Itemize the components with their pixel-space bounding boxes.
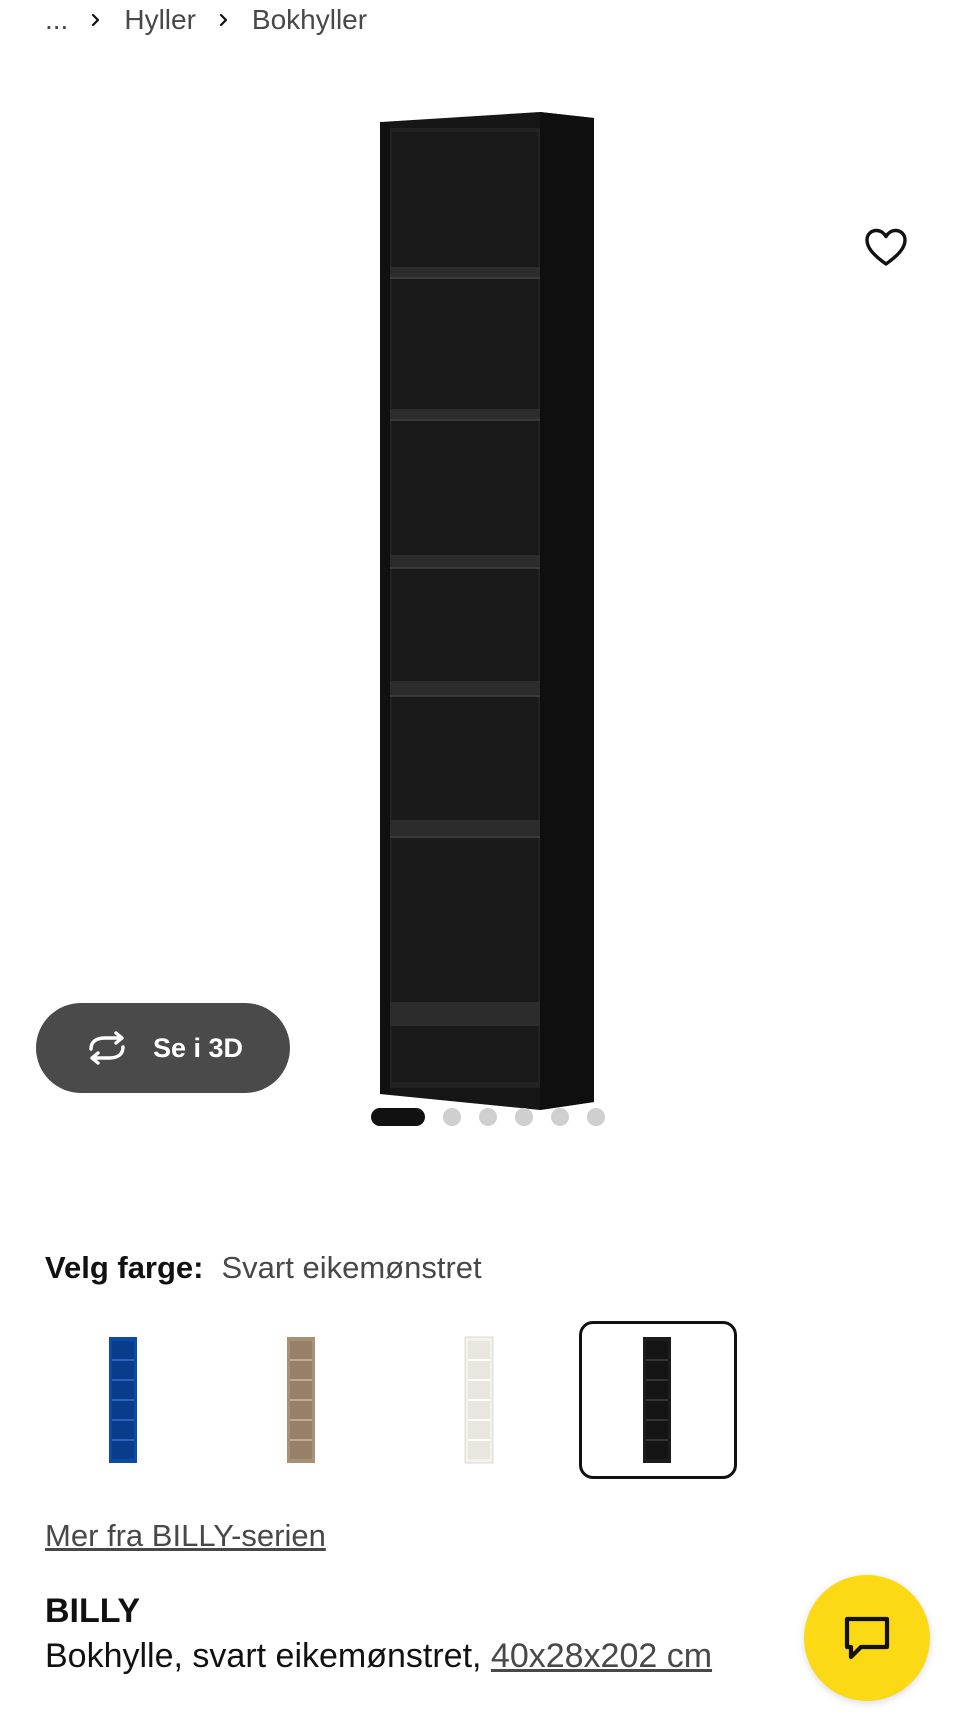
gallery-dot-3[interactable] (479, 1108, 497, 1126)
series-link[interactable]: Mer fra BILLY-serien (45, 1518, 326, 1554)
chevron-right-icon (86, 13, 106, 27)
heart-icon (865, 228, 907, 266)
bookcase-thumbnail (464, 1336, 494, 1464)
chevron-right-icon (214, 13, 234, 27)
color-label-value: Svart eikemønstret (221, 1250, 482, 1285)
breadcrumb-hyller[interactable]: Hyller (124, 4, 196, 36)
breadcrumb-bokhyller[interactable]: Bokhyller (252, 4, 367, 36)
favorite-button[interactable] (858, 220, 914, 276)
product-type: Bokhylle, svart eikemønstret, (45, 1637, 491, 1675)
gallery-dot-4[interactable] (515, 1108, 533, 1126)
product-description: Bokhylle, svart eikemønstret, 40x28x202 … (45, 1637, 712, 1676)
product-image[interactable] (380, 112, 594, 1110)
see-in-3d-button[interactable]: Se i 3D (36, 1003, 290, 1093)
gallery-dot-5[interactable] (551, 1108, 569, 1126)
gallery-pagination (0, 1107, 960, 1127)
product-dimensions-link[interactable]: 40x28x202 cm (491, 1637, 712, 1675)
gallery-dot-1[interactable] (371, 1108, 425, 1126)
color-swatch-blue[interactable] (45, 1321, 203, 1479)
breadcrumb: ... Hyller Bokhyller (45, 0, 367, 40)
product-gallery[interactable]: Se i 3D (0, 60, 960, 1110)
bookcase-thumbnail (109, 1337, 137, 1463)
color-swatch-white[interactable] (401, 1321, 559, 1479)
gallery-dot-6[interactable] (587, 1108, 605, 1126)
color-swatch-oak[interactable] (223, 1321, 381, 1479)
gallery-dot-2[interactable] (443, 1108, 461, 1126)
bookcase-thumbnail (287, 1337, 315, 1463)
color-label-key: Velg farge: (45, 1250, 204, 1285)
rotate-3d-icon (89, 1031, 125, 1065)
chat-icon (844, 1616, 890, 1660)
color-selector-label: Velg farge: Svart eikemønstret (45, 1250, 482, 1286)
see-in-3d-label: Se i 3D (152, 1032, 244, 1063)
breadcrumb-more[interactable]: ... (45, 4, 68, 36)
product-name: BILLY (45, 1592, 141, 1630)
color-swatches (45, 1321, 737, 1479)
bookcase-thumbnail (643, 1337, 671, 1463)
chat-button[interactable] (804, 1575, 930, 1701)
color-swatch-black[interactable] (579, 1321, 737, 1479)
